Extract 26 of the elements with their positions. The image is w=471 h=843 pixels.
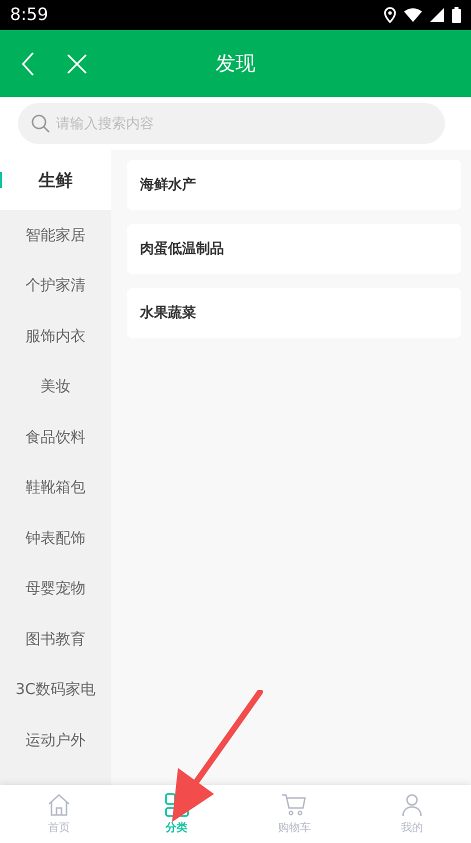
category-item[interactable]: 母婴宠物 <box>0 564 111 614</box>
signal-icon <box>430 8 444 22</box>
category-item[interactable]: 运动户外 <box>0 715 111 766</box>
category-item[interactable]: 食品饮料 <box>0 412 111 462</box>
wifi-icon <box>404 8 422 22</box>
close-icon[interactable] <box>67 54 87 74</box>
status-time: 8:59 <box>10 5 48 25</box>
subcategory-card[interactable]: 肉蛋低温制品 <box>127 224 461 274</box>
battery-icon <box>452 7 461 23</box>
category-item[interactable]: 生鲜 <box>0 150 111 210</box>
category-item[interactable]: 图书教育 <box>0 614 111 664</box>
category-item[interactable]: 服饰内衣 <box>0 311 111 362</box>
subcategory-card[interactable]: 海鲜水产 <box>127 160 461 210</box>
category-item[interactable]: 鞋靴箱包 <box>0 462 111 513</box>
subcategory-card[interactable]: 水果蔬菜 <box>127 288 461 338</box>
category-item[interactable]: 美妆 <box>0 362 111 412</box>
cart-icon <box>281 793 308 817</box>
category-item[interactable]: 钟表配饰 <box>0 513 111 564</box>
category-item[interactable]: 个护家清 <box>0 260 111 311</box>
back-icon[interactable] <box>21 52 35 76</box>
category-item[interactable]: 3C数码家电 <box>0 664 111 715</box>
location-icon <box>384 7 396 23</box>
category-item[interactable]: 智能家居 <box>0 210 111 260</box>
page-title: 发现 <box>216 50 256 77</box>
home-icon <box>46 793 71 817</box>
person-icon <box>400 793 424 817</box>
